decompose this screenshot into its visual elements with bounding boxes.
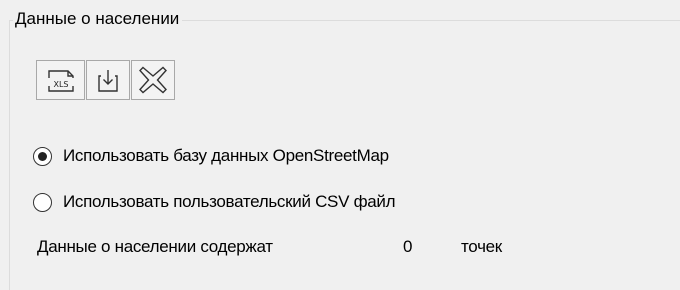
csv-radio-label[interactable]: Использовать пользовательский CSV файл: [63, 191, 396, 213]
summary-label: Данные о населении содержат: [37, 237, 273, 256]
import-xls-button[interactable]: XLS: [36, 60, 85, 100]
group-title: Данные о населении: [13, 8, 183, 30]
download-icon: [98, 70, 118, 92]
osm-radio-label[interactable]: Использовать базу данных OpenStreetMap: [63, 145, 389, 167]
xls-file-icon: XLS: [47, 70, 74, 92]
points-unit: точек: [461, 237, 502, 256]
points-count: 0: [403, 237, 413, 256]
toolbar: XLS: [36, 60, 176, 100]
clear-button[interactable]: [131, 60, 175, 100]
svg-text:XLS: XLS: [53, 80, 68, 89]
osm-source-option[interactable]: Использовать базу данных OpenStreetMap: [33, 145, 389, 167]
download-button[interactable]: [86, 60, 130, 100]
csv-radio[interactable]: [33, 192, 52, 212]
osm-radio[interactable]: [33, 146, 52, 166]
clear-icon: [139, 66, 167, 94]
csv-source-option[interactable]: Использовать пользовательский CSV файл: [33, 191, 396, 213]
